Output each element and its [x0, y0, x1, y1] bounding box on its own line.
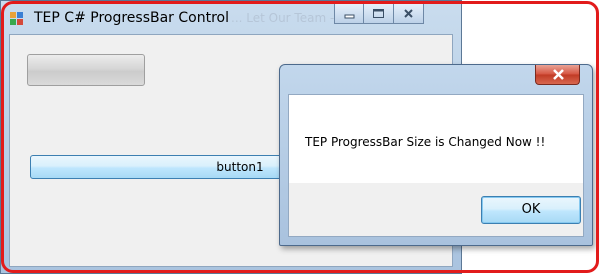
message-box-dialog: TEP ProgressBar Size is Changed Now !! O… — [279, 64, 593, 246]
window-caption-buttons — [334, 2, 424, 24]
main-title-bar[interactable]: TEP C# ProgressBar Control ... Let Our T… — [1, 1, 461, 33]
minimize-button[interactable] — [334, 2, 364, 24]
maximize-icon — [373, 9, 384, 18]
close-icon — [404, 9, 413, 18]
form-icon — [10, 11, 24, 25]
maximize-button[interactable] — [364, 2, 394, 24]
dialog-body: TEP ProgressBar Size is Changed Now !! O… — [288, 94, 584, 237]
progress-bar — [27, 54, 145, 86]
dialog-close-button[interactable] — [535, 65, 580, 85]
window-title: TEP C# ProgressBar Control — [34, 10, 229, 26]
dialog-button-area: OK — [289, 183, 583, 236]
close-icon — [553, 69, 564, 80]
dialog-message: TEP ProgressBar Size is Changed Now !! — [305, 135, 546, 149]
minimize-icon — [344, 14, 355, 19]
close-button[interactable] — [394, 2, 424, 24]
ok-button[interactable]: OK — [481, 196, 581, 224]
